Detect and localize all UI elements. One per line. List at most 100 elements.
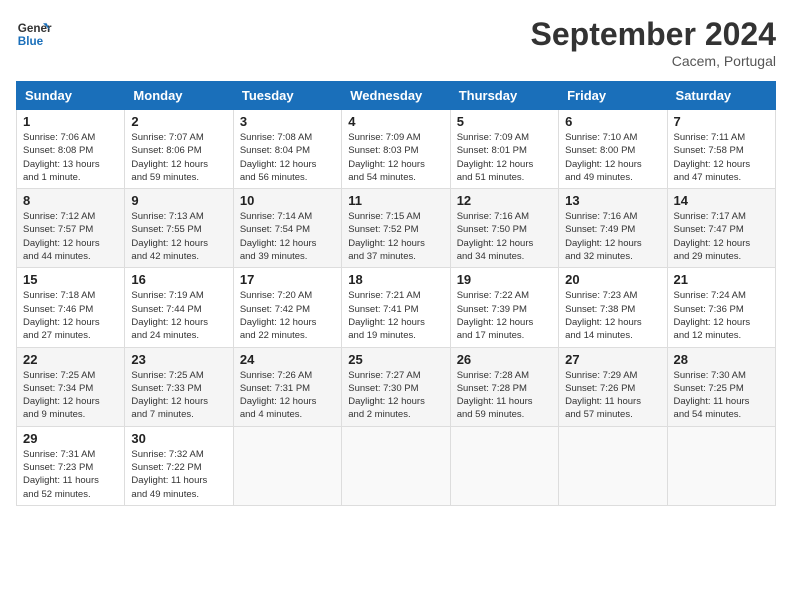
calendar-cell: 5 Sunrise: 7:09 AM Sunset: 8:01 PM Daylig… [450, 110, 558, 189]
calendar-cell: 7 Sunrise: 7:11 AM Sunset: 7:58 PM Daylig… [667, 110, 775, 189]
calendar-cell: 6 Sunrise: 7:10 AM Sunset: 8:00 PM Daylig… [559, 110, 667, 189]
day-info: Sunrise: 7:17 AM Sunset: 7:47 PM Dayligh… [674, 210, 769, 263]
calendar-week-row: 15 Sunrise: 7:18 AM Sunset: 7:46 PM Dayli… [17, 268, 776, 347]
calendar-week-row: 1 Sunrise: 7:06 AM Sunset: 8:08 PM Daylig… [17, 110, 776, 189]
calendar-cell: 12Sunrise: 7:16 AM Sunset: 7:50 PM Dayli… [450, 189, 558, 268]
day-info: Sunrise: 7:19 AM Sunset: 7:44 PM Dayligh… [131, 289, 226, 342]
day-number: 25 [348, 352, 443, 367]
day-info: Sunrise: 7:15 AM Sunset: 7:52 PM Dayligh… [348, 210, 443, 263]
day-info: Sunrise: 7:23 AM Sunset: 7:38 PM Dayligh… [565, 289, 660, 342]
calendar-cell: 2 Sunrise: 7:07 AM Sunset: 8:06 PM Daylig… [125, 110, 233, 189]
day-info: Sunrise: 7:09 AM Sunset: 8:03 PM Dayligh… [348, 131, 443, 184]
day-info: Sunrise: 7:28 AM Sunset: 7:28 PM Dayligh… [457, 369, 552, 422]
day-info: Sunrise: 7:30 AM Sunset: 7:25 PM Dayligh… [674, 369, 769, 422]
calendar-table: SundayMondayTuesdayWednesdayThursdayFrid… [16, 81, 776, 506]
day-number: 6 [565, 114, 660, 129]
day-info: Sunrise: 7:16 AM Sunset: 7:49 PM Dayligh… [565, 210, 660, 263]
day-number: 28 [674, 352, 769, 367]
day-number: 11 [348, 193, 443, 208]
day-info: Sunrise: 7:25 AM Sunset: 7:33 PM Dayligh… [131, 369, 226, 422]
day-info: Sunrise: 7:20 AM Sunset: 7:42 PM Dayligh… [240, 289, 335, 342]
calendar-cell: 11 Sunrise: 7:15 AM Sunset: 7:52 PM Dayli… [342, 189, 450, 268]
day-number: 16 [131, 272, 226, 287]
day-info: Sunrise: 7:13 AM Sunset: 7:55 PM Dayligh… [131, 210, 226, 263]
day-number: 8 [23, 193, 118, 208]
day-number: 21 [674, 272, 769, 287]
day-info: Sunrise: 7:11 AM Sunset: 7:58 PM Dayligh… [674, 131, 769, 184]
calendar-cell [559, 426, 667, 505]
calendar-cell: 14 Sunrise: 7:17 AM Sunset: 7:47 PM Dayli… [667, 189, 775, 268]
day-number: 5 [457, 114, 552, 129]
location: Cacem, Portugal [531, 53, 776, 69]
day-info: Sunrise: 7:32 AM Sunset: 7:22 PM Dayligh… [131, 448, 226, 501]
calendar-cell: 17 Sunrise: 7:20 AM Sunset: 7:42 PM Dayli… [233, 268, 341, 347]
calendar-cell: 20 Sunrise: 7:23 AM Sunset: 7:38 PM Dayli… [559, 268, 667, 347]
day-number: 4 [348, 114, 443, 129]
day-info: Sunrise: 7:07 AM Sunset: 8:06 PM Dayligh… [131, 131, 226, 184]
calendar-cell: 10 Sunrise: 7:14 AM Sunset: 7:54 PM Dayli… [233, 189, 341, 268]
svg-text:Blue: Blue [18, 35, 44, 48]
day-info: Sunrise: 7:26 AM Sunset: 7:31 PM Dayligh… [240, 369, 335, 422]
page-header: General Blue September 2024 Cacem, Portu… [16, 16, 776, 69]
day-number: 27 [565, 352, 660, 367]
calendar-cell [233, 426, 341, 505]
day-info: Sunrise: 7:18 AM Sunset: 7:46 PM Dayligh… [23, 289, 118, 342]
calendar-week-row: 8 Sunrise: 7:12 AM Sunset: 7:57 PM Daylig… [17, 189, 776, 268]
calendar-cell: 4 Sunrise: 7:09 AM Sunset: 8:03 PM Daylig… [342, 110, 450, 189]
weekday-header-cell: Tuesday [233, 82, 341, 110]
day-number: 2 [131, 114, 226, 129]
calendar-cell: 27 Sunrise: 7:29 AM Sunset: 7:26 PM Dayli… [559, 347, 667, 426]
day-info: Sunrise: 7:12 AM Sunset: 7:57 PM Dayligh… [23, 210, 118, 263]
day-number: 30 [131, 431, 226, 446]
day-number: 24 [240, 352, 335, 367]
month-title: September 2024 [531, 16, 776, 53]
day-number: 20 [565, 272, 660, 287]
calendar-cell: 13 Sunrise: 7:16 AM Sunset: 7:49 PM Dayli… [559, 189, 667, 268]
day-info: Sunrise: 7:14 AM Sunset: 7:54 PM Dayligh… [240, 210, 335, 263]
day-info: Sunrise: 7:06 AM Sunset: 8:08 PM Dayligh… [23, 131, 118, 184]
calendar-cell: 15 Sunrise: 7:18 AM Sunset: 7:46 PM Dayli… [17, 268, 125, 347]
calendar-cell: 18Sunrise: 7:21 AM Sunset: 7:41 PM Dayli… [342, 268, 450, 347]
calendar-cell: 25Sunrise: 7:27 AM Sunset: 7:30 PM Dayli… [342, 347, 450, 426]
weekday-header-cell: Monday [125, 82, 233, 110]
day-number: 15 [23, 272, 118, 287]
calendar-cell [450, 426, 558, 505]
calendar-week-row: 22Sunrise: 7:25 AM Sunset: 7:34 PM Dayli… [17, 347, 776, 426]
day-number: 29 [23, 431, 118, 446]
day-info: Sunrise: 7:16 AM Sunset: 7:50 PM Dayligh… [457, 210, 552, 263]
calendar-cell: 9Sunrise: 7:13 AM Sunset: 7:55 PM Daylig… [125, 189, 233, 268]
calendar-cell: 26 Sunrise: 7:28 AM Sunset: 7:28 PM Dayli… [450, 347, 558, 426]
day-number: 10 [240, 193, 335, 208]
weekday-header-cell: Sunday [17, 82, 125, 110]
calendar-cell: 21 Sunrise: 7:24 AM Sunset: 7:36 PM Dayli… [667, 268, 775, 347]
logo-icon: General Blue [16, 16, 52, 52]
calendar-cell: 23 Sunrise: 7:25 AM Sunset: 7:33 PM Dayli… [125, 347, 233, 426]
calendar-cell: 24 Sunrise: 7:26 AM Sunset: 7:31 PM Dayli… [233, 347, 341, 426]
day-info: Sunrise: 7:24 AM Sunset: 7:36 PM Dayligh… [674, 289, 769, 342]
day-number: 26 [457, 352, 552, 367]
logo: General Blue [16, 16, 52, 52]
weekday-header-cell: Wednesday [342, 82, 450, 110]
day-number: 13 [565, 193, 660, 208]
day-number: 3 [240, 114, 335, 129]
calendar-cell: 19Sunrise: 7:22 AM Sunset: 7:39 PM Dayli… [450, 268, 558, 347]
calendar-cell [667, 426, 775, 505]
day-info: Sunrise: 7:29 AM Sunset: 7:26 PM Dayligh… [565, 369, 660, 422]
day-number: 1 [23, 114, 118, 129]
calendar-cell: 16 Sunrise: 7:19 AM Sunset: 7:44 PM Dayli… [125, 268, 233, 347]
day-number: 14 [674, 193, 769, 208]
day-info: Sunrise: 7:10 AM Sunset: 8:00 PM Dayligh… [565, 131, 660, 184]
day-number: 23 [131, 352, 226, 367]
title-block: September 2024 Cacem, Portugal [531, 16, 776, 69]
day-number: 18 [348, 272, 443, 287]
calendar-cell: 8 Sunrise: 7:12 AM Sunset: 7:57 PM Daylig… [17, 189, 125, 268]
day-info: Sunrise: 7:22 AM Sunset: 7:39 PM Dayligh… [457, 289, 552, 342]
day-number: 7 [674, 114, 769, 129]
calendar-cell: 22Sunrise: 7:25 AM Sunset: 7:34 PM Dayli… [17, 347, 125, 426]
weekday-header-row: SundayMondayTuesdayWednesdayThursdayFrid… [17, 82, 776, 110]
day-info: Sunrise: 7:09 AM Sunset: 8:01 PM Dayligh… [457, 131, 552, 184]
calendar-cell: 1 Sunrise: 7:06 AM Sunset: 8:08 PM Daylig… [17, 110, 125, 189]
day-info: Sunrise: 7:08 AM Sunset: 8:04 PM Dayligh… [240, 131, 335, 184]
calendar-week-row: 29Sunrise: 7:31 AM Sunset: 7:23 PM Dayli… [17, 426, 776, 505]
day-number: 17 [240, 272, 335, 287]
